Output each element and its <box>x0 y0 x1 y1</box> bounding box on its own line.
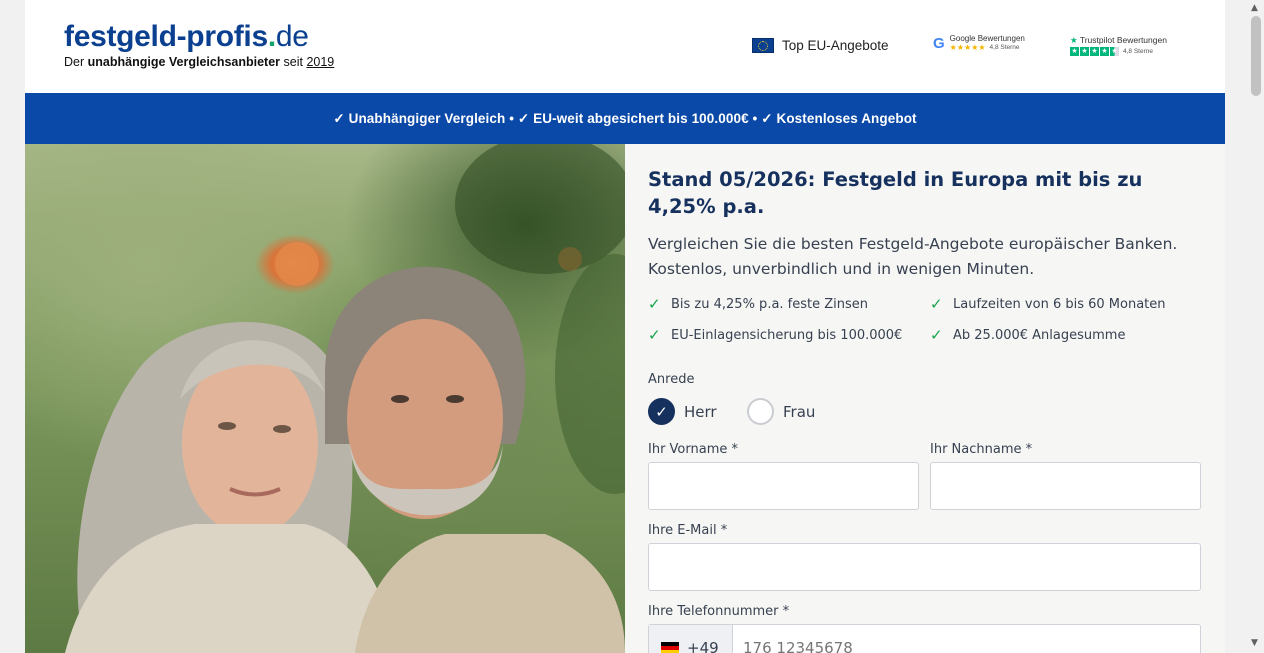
scroll-down-icon[interactable]: ▼ <box>1251 638 1258 648</box>
tagline-prefix: Der <box>64 55 88 69</box>
anrede-label: Anrede <box>648 372 695 387</box>
nachname-input[interactable] <box>930 462 1201 510</box>
form-headline: Stand 05/2026: Festgeld in Europa mit bi… <box>648 168 1143 218</box>
eu-badge: Top EU-Angebote <box>752 38 889 53</box>
google-stars-icon: ★★★★★ <box>949 43 986 52</box>
vorname-input[interactable] <box>648 462 919 510</box>
logo-name: festgeld-profis <box>64 20 268 53</box>
trustpilot-title-wrap: ★ Trustpilot Bewertungen <box>1070 35 1167 46</box>
radio-herr[interactable]: ✓ Herr <box>648 398 717 425</box>
logo[interactable]: festgeld-profis.de <box>64 20 309 54</box>
tagline-mid: seit <box>280 55 307 69</box>
germany-flag-icon <box>661 642 679 653</box>
check-icon: ✓ <box>930 295 943 313</box>
trustpilot-reviews[interactable]: ★ Trustpilot Bewertungen ★ ★ ★ ★ ★ 4,8 Stern… <box>1070 35 1167 56</box>
feature-item: ✓ Bis zu 4,25% p.a. feste Zinsen <box>648 295 868 313</box>
couple-photo-illustration <box>65 144 625 653</box>
feature-label: Ab 25.000€ Anlagesumme <box>953 327 1126 343</box>
vorname-label: Ihr Vorname * <box>648 442 739 457</box>
feature-item: ✓ Ab 25.000€ Anlagesumme <box>930 326 1125 344</box>
radio-frau[interactable]: Frau <box>747 398 815 425</box>
feature-label: EU-Einlagensicherung bis 100.000€ <box>671 327 903 343</box>
scroll-up-icon[interactable]: ▲ <box>1251 3 1258 13</box>
trustpilot-star-icon: ★ <box>1070 35 1078 45</box>
email-input[interactable] <box>648 543 1201 591</box>
google-reviews-title: Google Bewertungen <box>949 34 1025 43</box>
scrollbar-thumb[interactable] <box>1251 16 1261 96</box>
eu-flag-icon <box>752 38 774 53</box>
check-icon: ✓ <box>648 398 675 425</box>
country-code-value: +49 <box>687 639 719 653</box>
trust-banner: ✓ Unabhängiger Vergleich • ✓ EU-weit abg… <box>25 93 1225 144</box>
feature-label: Bis zu 4,25% p.a. feste Zinsen <box>671 296 869 312</box>
offer-form-panel: Stand 05/2026: Festgeld in Europa mit bi… <box>625 144 1225 653</box>
radio-frau-label: Frau <box>783 402 816 421</box>
tagline-year: 2019 <box>306 55 335 69</box>
tagline: Der unabhängige Vergleichsanbieter seit … <box>64 55 334 69</box>
logo-tld: de <box>275 20 309 53</box>
google-reviews[interactable]: G Google Bewertungen ★★★★★ 4,8 Sterne <box>933 34 1025 52</box>
phone-label: Ihre Telefonnummer * <box>648 604 790 619</box>
scrollbar[interactable]: ▲ ▼ <box>1248 0 1264 653</box>
email-label: Ihre E-Mail * <box>648 523 728 538</box>
google-score: 4,8 Sterne <box>989 44 1020 51</box>
logo-dot: . <box>267 20 276 53</box>
feature-item: ✓ Laufzeiten von 6 bis 60 Monaten <box>930 295 1166 313</box>
country-code-select[interactable]: +49 <box>649 625 733 653</box>
check-icon: ✓ <box>930 326 943 344</box>
nachname-label: Ihr Nachname * <box>930 442 1033 457</box>
eu-badge-label: Top EU-Angebote <box>782 38 889 53</box>
trustpilot-stars-icon: ★ ★ ★ ★ ★ <box>1070 47 1119 56</box>
tagline-bold: unabhängige Vergleichsanbieter <box>87 55 281 69</box>
trust-banner-text: ✓ Unabhängiger Vergleich • ✓ EU-weit abg… <box>333 110 917 126</box>
page: festgeld-profis.de Der unabhängige Vergl… <box>25 0 1225 653</box>
check-icon: ✓ <box>648 295 661 313</box>
radio-herr-label: Herr <box>684 402 717 421</box>
check-icon: ✓ <box>648 326 661 344</box>
form-subtext: Vergleichen Sie die besten Festgeld-Ange… <box>648 235 1178 278</box>
radio-circle-icon <box>747 398 774 425</box>
phone-input[interactable] <box>733 625 1200 653</box>
feature-label: Laufzeiten von 6 bis 60 Monaten <box>953 296 1166 312</box>
phone-field: +49 <box>648 624 1201 653</box>
site-header: festgeld-profis.de Der unabhängige Vergl… <box>25 0 1225 93</box>
trustpilot-title: Trustpilot Bewertungen <box>1079 35 1167 45</box>
feature-item: ✓ EU-Einlagensicherung bis 100.000€ <box>648 326 902 344</box>
trustpilot-score: 4,8 Sterne <box>1123 48 1153 55</box>
hero-image <box>25 144 625 653</box>
google-icon: G <box>933 34 945 52</box>
